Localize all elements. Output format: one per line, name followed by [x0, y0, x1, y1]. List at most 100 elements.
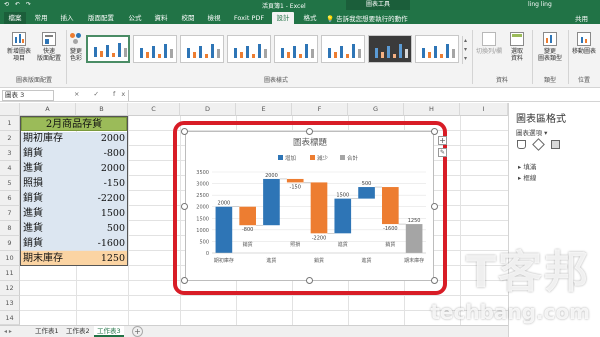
user-name[interactable]: ling ling [528, 1, 552, 8]
row-header[interactable]: 3 [0, 146, 20, 161]
chart-style-thumb[interactable] [274, 35, 318, 63]
resize-handle[interactable] [306, 128, 313, 135]
tab-data[interactable]: 資料 [150, 12, 172, 24]
column-header[interactable]: C [128, 103, 180, 116]
row-header[interactable]: 2 [0, 131, 20, 146]
table-cell-label[interactable]: 進貨 [21, 221, 76, 236]
sheet-tab[interactable]: 工作表1 [32, 326, 62, 337]
row-header[interactable]: 9 [0, 236, 20, 251]
resize-handle[interactable] [181, 203, 188, 210]
add-sheet-button[interactable]: + [132, 326, 143, 337]
sheet-tab-active[interactable]: 工作表3 [94, 326, 124, 337]
border-section[interactable]: ▸ 框線 [518, 172, 536, 182]
row-header[interactable]: 12 [0, 281, 20, 296]
table-cell-label[interactable]: 銷貨 [21, 191, 76, 206]
table-cell-value[interactable]: 2000 [77, 131, 127, 146]
column-header[interactable]: I [460, 103, 508, 116]
column-header[interactable]: E [236, 103, 292, 116]
chart-options-dropdown[interactable]: 圖表選項 ▾ [516, 127, 547, 137]
table-cell-value[interactable]: 1250 [77, 251, 127, 266]
row-header[interactable]: 13 [0, 296, 20, 311]
chart-style-thumb[interactable] [415, 35, 459, 63]
table-cell-label[interactable]: 銷貨 [21, 146, 76, 161]
column-header[interactable]: D [180, 103, 236, 116]
row-header[interactable]: 10 [0, 251, 20, 266]
tab-insert[interactable]: 插入 [56, 12, 78, 24]
chart-elements-plus-icon[interactable]: + [438, 136, 447, 145]
fill-section[interactable]: ▸ 填滿 [518, 161, 536, 171]
chart-style-thumb[interactable] [368, 35, 412, 63]
tab-page-layout[interactable]: 版面配置 [84, 12, 118, 24]
fill-bucket-icon[interactable] [517, 140, 526, 149]
tab-review[interactable]: 校閱 [177, 12, 199, 24]
table-cell-label[interactable]: 進貨 [21, 206, 76, 221]
row-header[interactable]: 8 [0, 221, 20, 236]
column-header[interactable]: F [292, 103, 348, 116]
table-cell-label[interactable]: 進貨 [21, 161, 76, 176]
pentagon-icon[interactable] [532, 138, 546, 151]
move-chart-label: 移動圖表 [571, 48, 596, 55]
row-header[interactable]: 11 [0, 266, 20, 281]
quick-access-toolbar[interactable]: ⟲ ↶ ↷ [4, 1, 33, 8]
table-cell-value[interactable]: -150 [77, 176, 127, 191]
add-chart-element-button[interactable]: 新增圖表 項目 [4, 32, 34, 62]
row-header[interactable]: 6 [0, 191, 20, 206]
gallery-scroll-icon[interactable]: ▴ ▾ ▾ [462, 36, 468, 64]
column-header[interactable]: G [348, 103, 404, 116]
column-header[interactable]: B [76, 103, 128, 116]
tab-foxit-pdf[interactable]: Foxit PDF [231, 12, 267, 24]
table-cell-value[interactable]: 2000 [77, 161, 127, 176]
row-header[interactable]: 1 [0, 116, 20, 131]
chart-styles-gallery[interactable] [86, 35, 466, 65]
chart-style-thumb[interactable] [133, 35, 177, 63]
resize-handle[interactable] [181, 128, 188, 135]
table-cell-label[interactable]: 照損 [21, 176, 76, 191]
sheet-nav-arrows[interactable]: ◂ ▸ [4, 326, 12, 337]
table-cell-value[interactable]: 500 [77, 221, 127, 236]
table-cell-value[interactable]: 1500 [77, 206, 127, 221]
tab-view[interactable]: 檢視 [203, 12, 225, 24]
row-header[interactable]: 5 [0, 176, 20, 191]
select-all-corner[interactable] [0, 103, 20, 116]
chart-style-thumb[interactable] [321, 35, 365, 63]
change-chart-type-button[interactable]: 變更 圖表類型 [533, 32, 567, 62]
row-header[interactable]: 4 [0, 161, 20, 176]
resize-handle[interactable] [306, 277, 313, 284]
tell-me-search[interactable]: 💡 告訴我您想要執行的動作 [326, 13, 408, 23]
column-header[interactable]: A [20, 103, 76, 116]
tab-format[interactable]: 格式 [299, 12, 321, 24]
change-colors-button[interactable]: 變更 色彩 [66, 32, 86, 62]
table-cell-value[interactable]: -2200 [77, 191, 127, 206]
tab-design[interactable]: 設計 [272, 12, 294, 24]
table-cell-label[interactable]: 期末庫存 [21, 251, 76, 266]
move-chart-button[interactable]: 移動圖表 [568, 32, 600, 55]
tab-file[interactable]: 檔案 [4, 12, 26, 24]
column-header[interactable]: H [404, 103, 460, 116]
chart-styles-brush-icon[interactable]: ✎ [438, 148, 447, 157]
chart-style-thumb[interactable] [227, 35, 271, 63]
formula-icons[interactable]: × ✓ fx [74, 90, 131, 98]
tab-formulas[interactable]: 公式 [124, 12, 146, 24]
resize-handle[interactable] [431, 128, 438, 135]
size-properties-icon[interactable] [551, 140, 561, 149]
resize-handle[interactable] [181, 277, 188, 284]
row-header[interactable]: 7 [0, 206, 20, 221]
row-header[interactable]: 14 [0, 311, 20, 325]
table-cell-label[interactable]: 期初庫存 [21, 131, 76, 146]
chart-style-thumb[interactable] [86, 35, 130, 63]
table-cell-value[interactable]: -800 [77, 146, 127, 161]
thumb-bar [452, 49, 455, 58]
table-cell-label[interactable]: 銷貨 [21, 236, 76, 251]
switch-row-column-button[interactable]: 切換列/欄 [474, 32, 504, 55]
select-data-button[interactable]: 選取 資料 [506, 32, 528, 62]
chart-style-thumb[interactable] [180, 35, 224, 63]
tab-home[interactable]: 常用 [30, 12, 52, 24]
resize-handle[interactable] [431, 203, 438, 210]
quick-layout-button[interactable]: 快速 版面配置 [34, 32, 64, 62]
formula-input[interactable] [128, 90, 596, 101]
share-button[interactable]: 共用 [575, 13, 588, 23]
sheet-tab[interactable]: 工作表2 [63, 326, 93, 337]
table-cell-value[interactable]: -1600 [77, 236, 127, 251]
name-box[interactable]: 圖表 3 [2, 90, 54, 101]
thumb-bar [100, 51, 103, 57]
